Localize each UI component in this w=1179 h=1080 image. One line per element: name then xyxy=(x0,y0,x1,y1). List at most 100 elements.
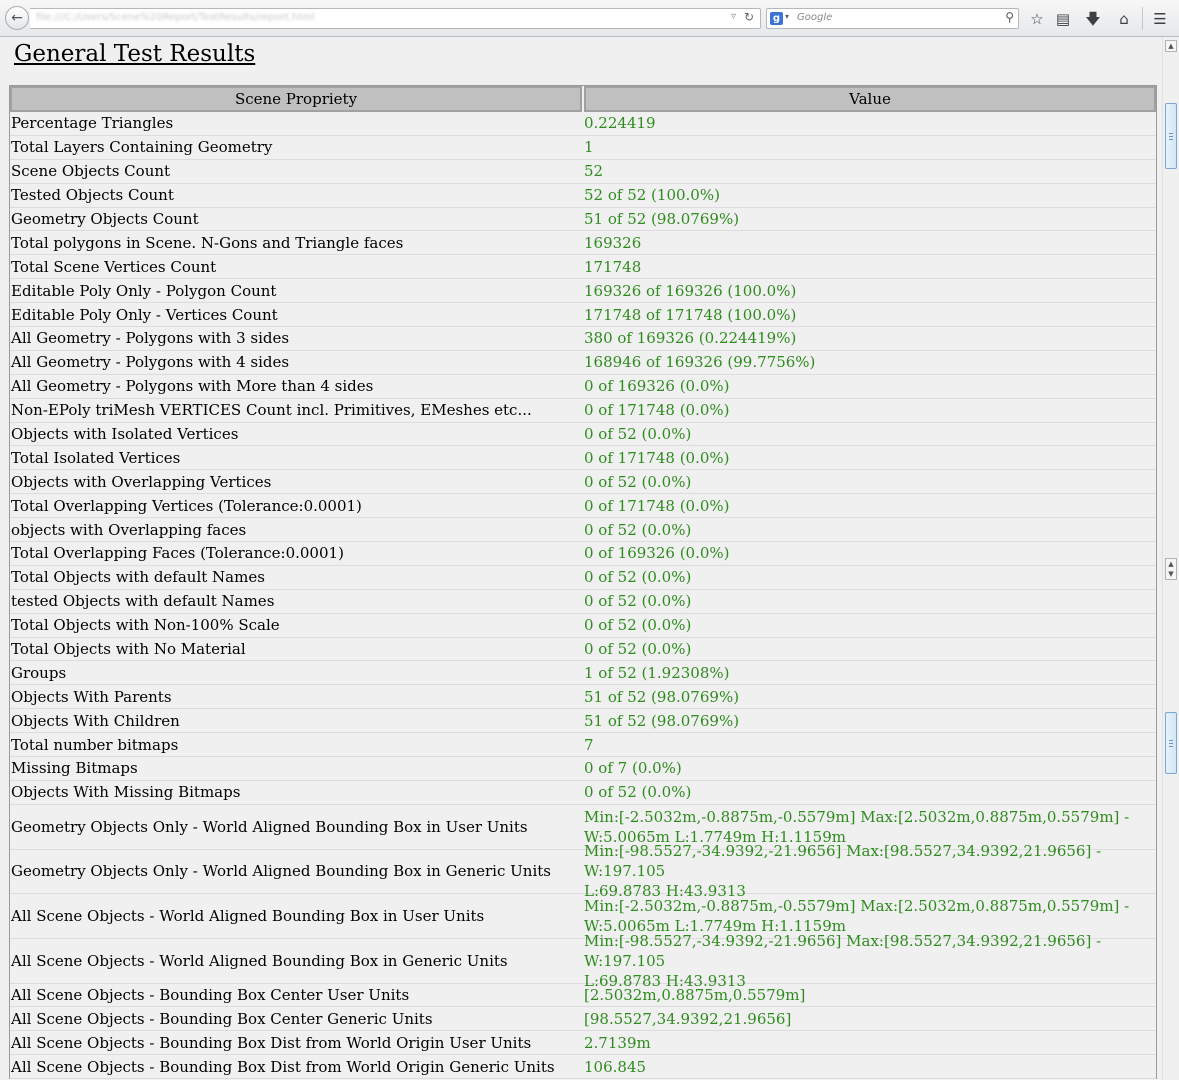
property-cell: Total Overlapping Vertices (Tolerance:0.… xyxy=(11,496,362,515)
value-cell: 171748 of 171748 (100.0%) xyxy=(584,305,797,324)
table-row: Non-EPoly triMesh VERTICES Count incl. P… xyxy=(10,399,1156,423)
property-cell: Tested Objects Count xyxy=(11,186,174,205)
address-bar[interactable]: file:///C:/Users/Scene%20Report/TestResu… xyxy=(30,8,761,29)
property-cell: All Geometry - Polygons with More than 4… xyxy=(11,377,374,396)
scrollbar-thumb[interactable] xyxy=(1165,103,1177,169)
scroll-split-arrows-icon[interactable]: ▲ ▼ xyxy=(1165,558,1177,580)
table-row: All Geometry - Polygons with More than 4… xyxy=(10,375,1156,399)
value-cell: 7 xyxy=(584,735,594,754)
value-cell: 52 of 52 (100.0%) xyxy=(584,186,720,205)
download-icon[interactable]: 🡇 xyxy=(1083,9,1103,29)
value-cell: [2.5032m,0.8875m,0.5579m] xyxy=(584,986,806,1005)
table-row: objects with Overlapping faces 0 of 52 (0… xyxy=(10,518,1156,543)
property-cell: Total polygons in Scene. N-Gons and Tria… xyxy=(11,233,404,252)
property-cell: All Geometry - Polygons with 4 sides xyxy=(11,353,290,372)
property-cell: Editable Poly Only - Polygon Count xyxy=(11,281,277,300)
property-cell: All Scene Objects - Bounding Box Dist fr… xyxy=(11,1033,532,1052)
table-row: Missing Bitmaps 0 of 7 (0.0%) xyxy=(10,757,1156,781)
property-cell: Objects with Isolated Vertices xyxy=(11,425,239,444)
search-bar[interactable]: g ▾ Google ⚲ xyxy=(766,8,1019,29)
reload-icon[interactable]: ↻ xyxy=(744,10,754,24)
value-cell: 0 of 52 (0.0%) xyxy=(584,783,692,802)
value-cell: 1 xyxy=(584,138,594,157)
table-row: Percentage Triangles 0.224419 xyxy=(10,112,1156,136)
table-row: Total Overlapping Vertices (Tolerance:0.… xyxy=(10,494,1156,519)
chevron-down-icon[interactable]: ▿ xyxy=(731,11,736,22)
value-cell: 380 of 169326 (0.224419%) xyxy=(584,329,797,348)
scroll-up-arrow-icon[interactable]: ▲ xyxy=(1165,40,1177,52)
value-cell: 168946 of 169326 (99.7756%) xyxy=(584,353,816,372)
toolbar-separator xyxy=(1142,7,1143,30)
results-table: Scene Propriety Value Percentage Triangl… xyxy=(9,85,1157,1080)
property-cell: All Scene Objects - World Aligned Boundi… xyxy=(11,907,485,926)
property-cell: Total Layers Containing Geometry xyxy=(11,138,273,157)
table-row: Total Objects with default Names 0 of 52 … xyxy=(10,566,1156,590)
property-cell: Groups xyxy=(11,663,67,682)
star-icon[interactable]: ☆ xyxy=(1027,9,1047,29)
value-cell: 51 of 52 (98.0769%) xyxy=(584,687,740,706)
table-row: Total Overlapping Faces (Tolerance:0.000… xyxy=(10,542,1156,566)
value-cell: 169326 of 169326 (100.0%) xyxy=(584,281,797,300)
property-cell: All Scene Objects - Bounding Box Dist fr… xyxy=(11,1057,555,1076)
table-row: Total Objects with Non-100% Scale 0 of 52… xyxy=(10,614,1156,638)
page-title: General Test Results xyxy=(14,41,256,67)
property-cell: All Scene Objects - World Aligned Boundi… xyxy=(11,951,508,970)
property-cell: Objects With Missing Bitmaps xyxy=(11,783,241,802)
table-row: Objects with Isolated Vertices 0 of 52 (0… xyxy=(10,423,1156,447)
property-cell: Geometry Objects Count xyxy=(11,210,199,228)
page-content: General Test Results Scene Propriety Val… xyxy=(0,37,1162,1080)
property-cell: Non-EPoly triMesh VERTICES Count incl. P… xyxy=(11,401,532,420)
value-cell: Min:[-98.5527,-34.9392,-21.9656] Max:[98… xyxy=(584,842,1102,901)
value-cell: 0 of 52 (0.0%) xyxy=(584,568,692,587)
table-row: Geometry Objects Only - World Aligned Bo… xyxy=(10,842,1156,900)
property-cell: Editable Poly Only - Vertices Count xyxy=(11,305,278,324)
table-row: Total polygons in Scene. N-Gons and Tria… xyxy=(10,231,1156,256)
value-cell: 0 of 52 (0.0%) xyxy=(584,592,692,611)
property-cell: Objects With Children xyxy=(11,711,180,730)
table-row: Objects With Parents 51 of 52 (98.0769%) xyxy=(10,685,1156,710)
table-row: Total Scene Vertices Count 171748 xyxy=(10,255,1156,280)
property-cell: Total Objects with No Material xyxy=(11,640,246,659)
clipboard-icon[interactable]: ▤ xyxy=(1053,9,1073,29)
property-cell: Objects With Parents xyxy=(11,687,172,706)
table-row: Objects With Missing Bitmaps 0 of 52 (0.0… xyxy=(10,781,1156,805)
property-cell: All Scene Objects - Bounding Box Center … xyxy=(11,1009,433,1028)
search-input[interactable]: Google xyxy=(797,12,832,23)
property-cell: Objects with Overlapping Vertices xyxy=(11,472,272,491)
value-cell: [98.5527,34.9392,21.9656] xyxy=(584,1009,792,1028)
search-engine-google-icon[interactable]: g xyxy=(770,12,783,25)
table-row: Total number bitmaps 7 xyxy=(10,733,1156,758)
table-row: All Scene Objects - Bounding Box Dist fr… xyxy=(10,1031,1156,1056)
table-row: tested Objects with default Names 0 of 52… xyxy=(10,590,1156,614)
table-row: Groups 1 of 52 (1.92308%) xyxy=(10,661,1156,686)
magnifier-icon[interactable]: ⚲ xyxy=(1005,10,1014,24)
property-cell: All Scene Objects - Bounding Box Center … xyxy=(11,986,410,1005)
browser-toolbar: ← file:///C:/Users/Scene%20Report/TestRe… xyxy=(0,0,1179,37)
back-arrow-icon[interactable]: ← xyxy=(5,6,29,30)
value-cell: 0 of 169326 (0.0%) xyxy=(584,377,730,396)
vertical-scrollbar[interactable]: ▲ ▲ ▼ xyxy=(1162,37,1179,1080)
table-row: All Geometry - Polygons with 3 sides 380 … xyxy=(10,327,1156,351)
value-cell: 1 of 52 (1.92308%) xyxy=(584,663,730,682)
value-cell: 52 xyxy=(584,162,604,181)
property-cell: Percentage Triangles xyxy=(11,114,174,133)
table-row: Editable Poly Only - Vertices Count 17174… xyxy=(10,303,1156,328)
scrollbar-thumb-lower[interactable] xyxy=(1165,712,1177,774)
value-cell: 0 of 52 (0.0%) xyxy=(584,640,692,659)
table-row: All Scene Objects - Bounding Box Center … xyxy=(10,1007,1156,1032)
value-cell: 0 of 52 (0.0%) xyxy=(584,425,692,444)
table-body: Percentage Triangles 0.224419 Total Layers… xyxy=(10,112,1156,1080)
table-row: Objects With Children 51 of 52 (98.0769%) xyxy=(10,709,1156,734)
value-cell: 0.224419 xyxy=(584,114,656,133)
property-cell: All Geometry - Polygons with 3 sides xyxy=(11,329,290,348)
table-row: Geometry Objects Count 51 of 52 (98.0769%… xyxy=(10,208,1156,232)
table-row: Editable Poly Only - Polygon Count 169326… xyxy=(10,279,1156,304)
home-icon[interactable]: ⌂ xyxy=(1114,9,1134,29)
table-row: All Scene Objects - Bounding Box Center … xyxy=(10,984,1156,1008)
engine-dropdown-icon[interactable]: ▾ xyxy=(785,12,789,21)
table-header: Scene Propriety Value xyxy=(10,86,1156,112)
value-cell: 0 of 52 (0.0%) xyxy=(584,520,692,539)
hamburger-menu-icon[interactable]: ☰ xyxy=(1150,9,1170,29)
value-cell: 169326 xyxy=(584,233,642,252)
property-cell: objects with Overlapping faces xyxy=(11,520,247,539)
